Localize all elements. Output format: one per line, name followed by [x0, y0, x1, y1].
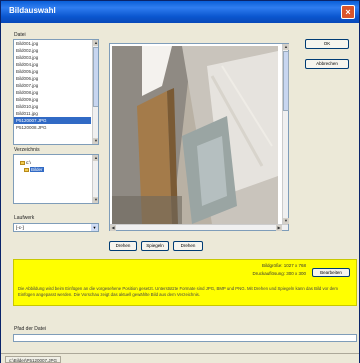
folder-icon	[20, 160, 25, 165]
file-list-item[interactable]: Bild005.jpg	[14, 68, 91, 75]
file-list-label: Datei	[14, 32, 26, 38]
folder-node-root[interactable]: c:\	[14, 159, 98, 166]
scroll-up-arrow-icon[interactable]: ▲	[283, 44, 289, 50]
folder-tree[interactable]: c:\ Bilder ▲ ▼	[13, 154, 99, 204]
file-list-item[interactable]: Bild009.jpg	[14, 96, 91, 103]
status-path: c:\Bilder\P5120007.JPG	[5, 356, 62, 363]
scroll-up-arrow-icon[interactable]: ▲	[93, 40, 98, 46]
preview-photo	[112, 46, 278, 224]
file-list-item[interactable]: Bild002.jpg	[14, 47, 91, 54]
file-list-item[interactable]: Bild008.jpg	[14, 89, 91, 96]
scroll-down-arrow-icon[interactable]: ▼	[93, 138, 98, 144]
scroll-up-arrow-icon[interactable]: ▲	[93, 155, 98, 161]
scroll-thumb[interactable]	[283, 51, 289, 111]
image-picker-dialog: Bildauswahl × Datei Bild001.jpg Bild002.j…	[0, 0, 360, 363]
info-panel: Bildgröße: 1027 x 768 Druckauflösung: 30…	[13, 259, 357, 306]
edit-button[interactable]: Bearbeiten	[312, 268, 350, 277]
image-preview: ▲ ▼ ◀ ▶	[109, 43, 289, 231]
rotate-right-button[interactable]: Drehen	[173, 241, 203, 251]
folder-tree-label: Verzeichnis	[14, 147, 40, 153]
cancel-button[interactable]: Abbrechen	[305, 59, 349, 69]
close-button[interactable]: ×	[341, 5, 355, 19]
file-list-item[interactable]: Bild010.jpg	[14, 103, 91, 110]
file-list-item[interactable]: P5120008.JPG	[14, 124, 91, 131]
ok-button[interactable]: OK	[305, 39, 349, 49]
path-label: Pfad der Datei	[14, 326, 46, 332]
file-list-item[interactable]: Bild007.jpg	[14, 82, 91, 89]
file-list[interactable]: Bild001.jpg Bild002.jpg Bild003.jpg Bild004…	[13, 39, 99, 145]
status-bar: c:\Bilder\P5120007.JPG	[1, 353, 359, 363]
rotate-left-button[interactable]: Drehen	[109, 241, 137, 251]
info-description: Die Abbildung wird beim Einfügen an die …	[18, 286, 338, 297]
drive-label: Laufwerk	[14, 215, 35, 221]
scroll-thumb[interactable]	[93, 47, 98, 107]
scroll-left-arrow-icon[interactable]: ◀	[110, 225, 116, 231]
folder-node-selected[interactable]: Bilder	[14, 166, 98, 173]
preview-vscroll[interactable]: ▲ ▼	[282, 44, 289, 230]
file-list-item[interactable]: Bild004.jpg	[14, 61, 91, 68]
path-field[interactable]	[13, 334, 357, 342]
dialog-title: Bildauswahl	[9, 6, 56, 15]
file-list-item[interactable]: Bild001.jpg	[14, 40, 91, 47]
folder-tree-scrollbar[interactable]: ▲ ▼	[92, 155, 98, 203]
title-bar[interactable]: Bildauswahl ×	[1, 1, 359, 23]
image-size-text: Bildgröße: 1027 x 768	[261, 263, 306, 268]
file-list-item[interactable]: P5120007.JPG	[14, 117, 91, 124]
drive-select[interactable]: [-c-] ▼	[13, 223, 99, 232]
scroll-down-arrow-icon[interactable]: ▼	[93, 197, 98, 203]
scroll-right-arrow-icon[interactable]: ▶	[276, 225, 282, 231]
image-resolution-text: Druckauflösung: 300 x 300	[252, 271, 306, 276]
file-list-item[interactable]: Bild006.jpg	[14, 75, 91, 82]
file-list-item[interactable]: Bild003.jpg	[14, 54, 91, 61]
chevron-down-icon[interactable]: ▼	[91, 224, 98, 231]
file-list-scrollbar[interactable]: ▲ ▼	[92, 40, 98, 144]
preview-hscroll[interactable]: ◀ ▶	[110, 224, 288, 231]
mirror-button[interactable]: Spiegeln	[141, 241, 169, 251]
file-list-item[interactable]: Bild011.jpg	[14, 110, 91, 117]
open-folder-icon	[24, 167, 29, 172]
